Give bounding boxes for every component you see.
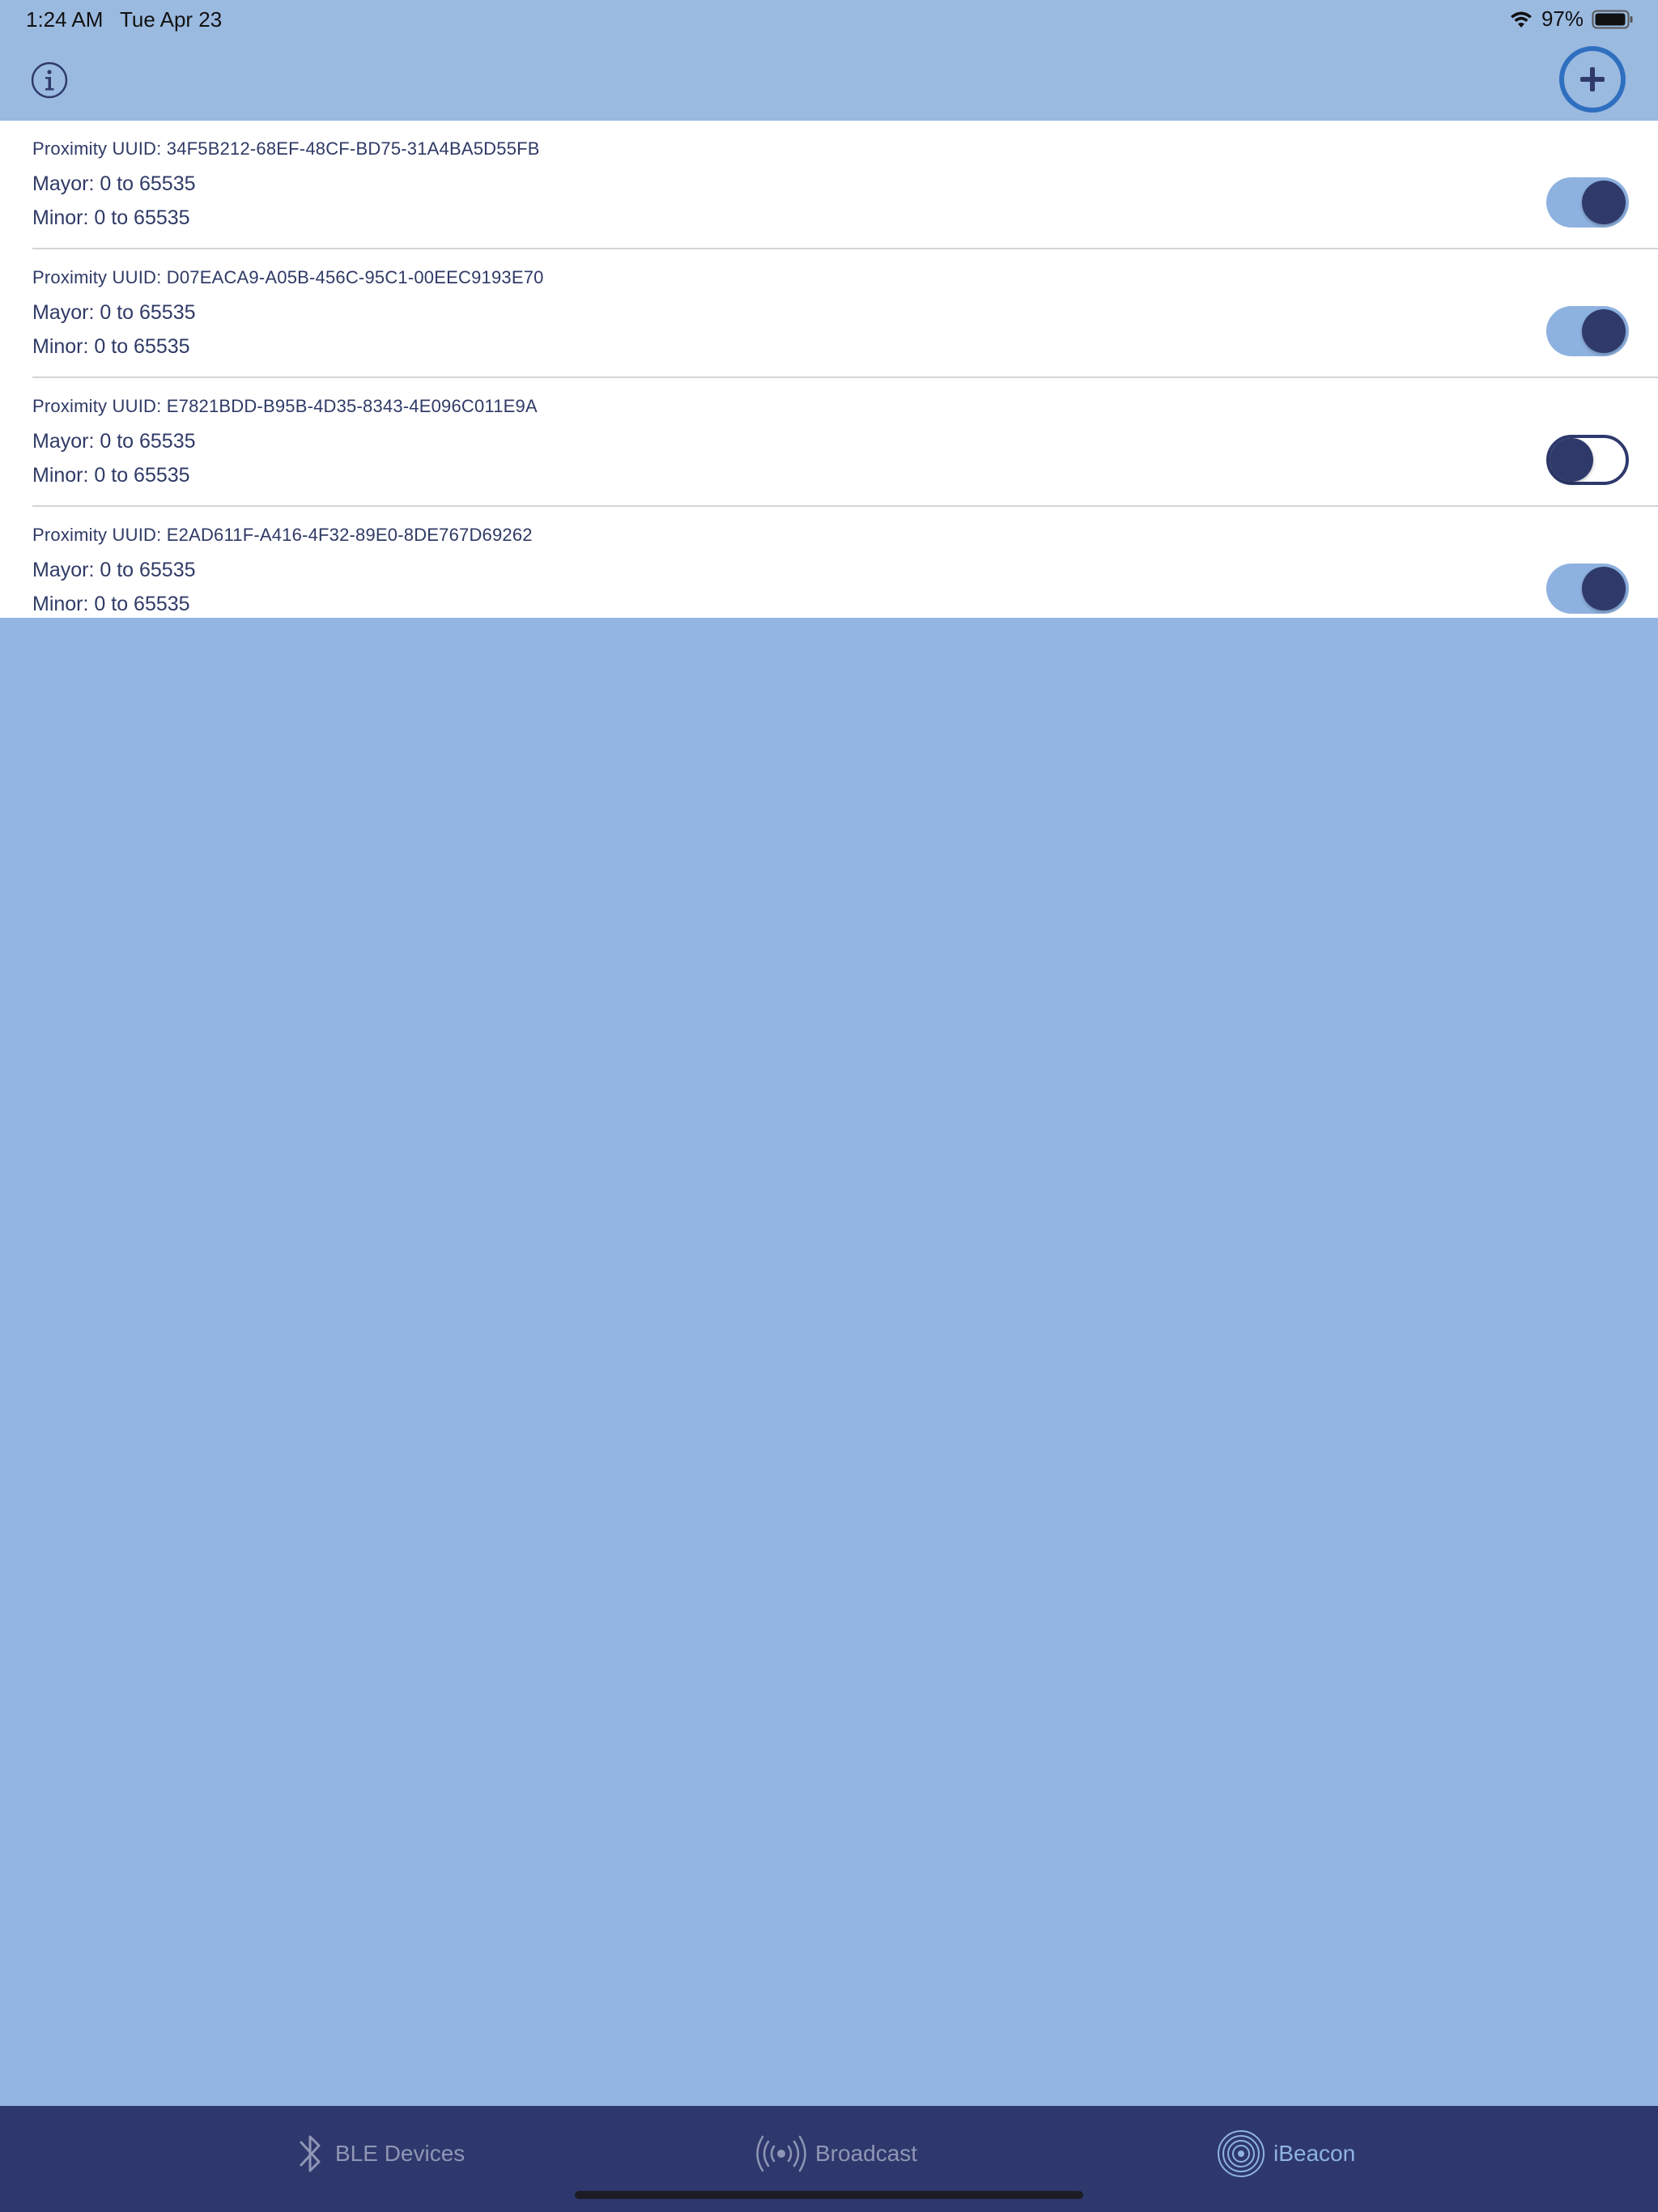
beacon-mayor-range: Mayor: 0 to 65535 — [32, 559, 196, 581]
beacon-minor-range: Minor: 0 to 65535 — [32, 206, 190, 229]
beacon-list: Proximity UUID: 34F5B212-68EF-48CF-BD75-… — [0, 121, 1658, 618]
tab-label: iBeacon — [1273, 2141, 1356, 2166]
beacon-enabled-toggle[interactable] — [1546, 435, 1629, 485]
toggle-knob — [1582, 309, 1626, 353]
wifi-icon — [1510, 11, 1532, 28]
beacon-minor-range: Minor: 0 to 65535 — [32, 335, 190, 358]
list-item[interactable]: Proximity UUID: E2AD611F-A416-4F32-89E0-… — [32, 507, 1658, 618]
status-indicators: 97% — [1509, 6, 1634, 32]
beacon-mayor-range: Mayor: 0 to 65535 — [32, 301, 196, 324]
beacon-enabled-toggle[interactable] — [1546, 306, 1629, 356]
toggle-knob — [1582, 181, 1626, 224]
toggle-knob — [1550, 438, 1593, 482]
list-item[interactable]: Proximity UUID: 34F5B212-68EF-48CF-BD75-… — [32, 121, 1658, 249]
beacon-uuid: Proximity UUID: E7821BDD-B95B-4D35-8343-… — [32, 396, 538, 416]
toggle-knob — [1582, 567, 1626, 610]
plus-circle-icon — [1559, 46, 1626, 113]
beacon-minor-range: Minor: 0 to 65535 — [32, 593, 190, 615]
navigation-header: 1:24 AM Tue Apr 23 97% — [0, 0, 1658, 120]
battery-icon — [1592, 10, 1633, 28]
add-beacon-button[interactable] — [1558, 45, 1626, 113]
battery-percent: 97% — [1541, 6, 1584, 31]
beacon-enabled-toggle[interactable] — [1546, 564, 1629, 614]
tab-label: BLE Devices — [335, 2141, 466, 2166]
beacon-uuid: Proximity UUID: E2AD611F-A416-4F32-89E0-… — [32, 525, 533, 545]
beacon-mayor-range: Mayor: 0 to 65535 — [32, 172, 196, 195]
beacon-enabled-toggle[interactable] — [1546, 177, 1629, 228]
info-button[interactable] — [31, 62, 68, 99]
tab-label: Broadcast — [815, 2141, 918, 2166]
broadcast-icon — [756, 2135, 806, 2172]
tab-broadcast[interactable]: Broadcast — [755, 2125, 917, 2182]
tab-ibeacon[interactable]: iBeacon — [1217, 2125, 1355, 2182]
list-item[interactable]: Proximity UUID: D07EACA9-A05B-456C-95C1-… — [32, 249, 1658, 378]
status-date: Tue Apr 23 — [120, 7, 223, 32]
beacon-minor-range: Minor: 0 to 65535 — [32, 464, 190, 487]
beacon-mayor-range: Mayor: 0 to 65535 — [32, 430, 196, 453]
home-indicator[interactable] — [575, 2191, 1083, 2199]
tab-ble-devices[interactable]: BLE Devices — [295, 2125, 465, 2182]
beacon-uuid: Proximity UUID: D07EACA9-A05B-456C-95C1-… — [32, 267, 544, 287]
status-time: 1:24 AM — [26, 7, 104, 32]
status-bar: 1:24 AM Tue Apr 23 97% — [0, 0, 1658, 39]
list-item[interactable]: Proximity UUID: E7821BDD-B95B-4D35-8343-… — [32, 378, 1658, 507]
info-icon — [31, 62, 68, 99]
ibeacon-icon — [1218, 2130, 1265, 2177]
bluetooth-icon — [300, 2135, 321, 2172]
beacon-uuid: Proximity UUID: 34F5B212-68EF-48CF-BD75-… — [32, 138, 540, 159]
